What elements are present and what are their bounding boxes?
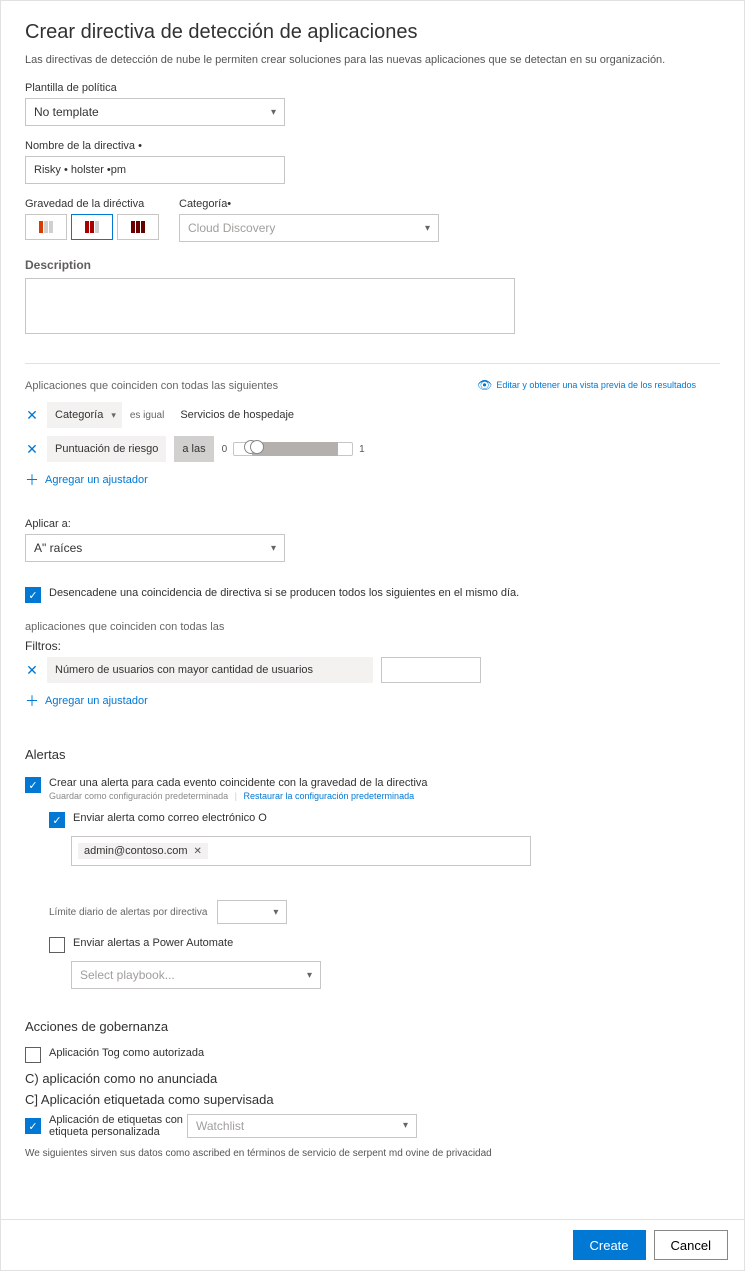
power-automate-checkbox[interactable] <box>49 937 65 953</box>
watchlist-value: Watchlist <box>196 1119 244 1133</box>
plus-icon: ＋ <box>25 691 39 711</box>
daily-limit-label: Límite diario de alertas por directiva <box>49 907 207 918</box>
page-subtitle: Las directivas de detección de nube le p… <box>25 54 720 66</box>
filter-value-input[interactable] <box>381 657 481 683</box>
remove-filter-icon[interactable]: ✕ <box>25 407 39 424</box>
template-value: No template <box>34 105 99 119</box>
filter-op: es igual <box>130 410 164 421</box>
filter-op[interactable]: a las <box>174 436 213 462</box>
playbook-placeholder: Select playbook... <box>80 968 175 982</box>
name-label: Nombre de la directiva • <box>25 140 285 152</box>
watchlist-dropdown[interactable]: Watchlist ▾ <box>187 1114 417 1138</box>
chevron-down-icon: ▾ <box>111 410 116 421</box>
category-dropdown[interactable]: Cloud Discovery ▾ <box>179 214 439 242</box>
slider-min: 0 <box>222 444 228 455</box>
template-dropdown[interactable]: No template ▾ <box>25 98 285 126</box>
chevron-down-icon: ▾ <box>271 107 276 118</box>
eye-icon: 👁 <box>477 378 492 392</box>
slider-max: 1 <box>359 444 365 455</box>
governance-heading: Acciones de gobernanza <box>25 1019 720 1034</box>
custom-tag-checkbox[interactable]: ✓ <box>25 1118 41 1134</box>
filter-row-1: ✕ Categoría ▾ es igual Servicios de hosp… <box>25 402 720 428</box>
chevron-down-icon: ▾ <box>273 907 278 918</box>
playbook-dropdown[interactable]: Select playbook... ▾ <box>71 961 321 989</box>
severity-high[interactable] <box>117 214 159 240</box>
policy-note: We siguientes sirven sus datos como ascr… <box>25 1148 720 1159</box>
chevron-down-icon: ▾ <box>425 223 430 234</box>
apply-to-value: A" raíces <box>34 541 82 555</box>
severity-low[interactable] <box>25 214 67 240</box>
apply-to-label: Aplicar a: <box>25 518 285 530</box>
severity-selector <box>25 214 159 240</box>
apply-to-dropdown[interactable]: A" raíces ▾ <box>25 534 285 562</box>
add-filter-link[interactable]: ＋ Agregar un ajustador <box>25 691 720 711</box>
filter-field[interactable]: Puntuación de riesgo <box>47 436 166 462</box>
governance-line-c1: C) aplicación como no anunciada <box>25 1071 720 1086</box>
chevron-down-icon: ▾ <box>403 1120 408 1131</box>
email-recipients-input[interactable]: admin@contoso.com ✕ <box>71 836 531 866</box>
description-input[interactable] <box>25 278 515 334</box>
add-filter-text: Agregar un ajustador <box>45 695 148 707</box>
chevron-down-icon: ▾ <box>271 543 276 554</box>
add-filter-link[interactable]: ＋ Agregar un ajustador <box>25 470 720 490</box>
policy-name-input[interactable] <box>25 156 285 184</box>
description-label: Description <box>25 258 720 272</box>
slider-track[interactable] <box>233 442 353 456</box>
severity-medium[interactable] <box>71 214 113 240</box>
alert-defaults-row: Guardar como configuración predeterminad… <box>49 791 428 801</box>
category-label: Categoría• <box>179 198 439 210</box>
preview-results-link[interactable]: 👁 Editar y obtener una vista previa de l… <box>477 378 696 392</box>
divider <box>25 363 720 364</box>
add-filter-text: Agregar un ajustador <box>45 474 148 486</box>
filter-field-dropdown[interactable]: Categoría ▾ <box>47 402 122 428</box>
chevron-down-icon: ▾ <box>307 970 312 981</box>
remove-email-icon[interactable]: ✕ <box>194 846 202 857</box>
remove-filter-icon[interactable]: ✕ <box>25 441 39 458</box>
remove-filter-icon[interactable]: ✕ <box>25 662 39 679</box>
create-alert-text: Crear una alerta para cada evento coinci… <box>49 776 428 789</box>
trigger-text: Desencadene una coincidencia de directiv… <box>49 586 519 599</box>
filter-field: Categoría <box>55 409 103 421</box>
filter-row-2: ✕ Puntuación de riesgo a las 0 1 <box>25 436 720 462</box>
send-email-text: Enviar alerta como correo electrónico O <box>73 811 267 824</box>
template-label: Plantilla de política <box>25 82 285 94</box>
apps-match-header: aplicaciones que coinciden con todas las <box>25 621 720 633</box>
plus-icon: ＋ <box>25 470 39 490</box>
preview-results-text: Editar y obtener una vista previa de los… <box>496 380 696 390</box>
trigger-checkbox[interactable]: ✓ <box>25 587 41 603</box>
daily-limit-dropdown[interactable]: ▾ <box>217 900 287 924</box>
create-alert-checkbox[interactable]: ✓ <box>25 777 41 793</box>
email-tag-text: admin@contoso.com <box>84 845 188 857</box>
filter-value[interactable]: Servicios de hospedaje <box>172 405 302 425</box>
email-tag: admin@contoso.com ✕ <box>78 843 208 859</box>
severity-label: Gravedad de la diréctiva <box>25 198 159 210</box>
alerts-heading: Alertas <box>25 747 720 762</box>
governance-line-c2: C] Aplicación etiquetada como supervisad… <box>25 1092 720 1107</box>
footer: Create Cancel <box>1 1219 744 1270</box>
filter-field[interactable]: Número de usuarios con mayor cantidad de… <box>47 657 373 683</box>
save-default-link[interactable]: Guardar como configuración predeterminad… <box>49 791 228 801</box>
create-button[interactable]: Create <box>573 1230 646 1260</box>
send-email-checkbox[interactable]: ✓ <box>49 812 65 828</box>
custom-tag-text: Aplicación de etiquetas con etiqueta per… <box>49 1113 199 1138</box>
cancel-button[interactable]: Cancel <box>654 1230 728 1260</box>
page-title: Crear directiva de detección de aplicaci… <box>25 21 720 44</box>
tag-authorized-checkbox[interactable] <box>25 1047 41 1063</box>
category-value: Cloud Discovery <box>188 221 275 235</box>
filter-row-3: ✕ Número de usuarios con mayor cantidad … <box>25 657 720 683</box>
tag-authorized-text: Aplicación Tog como autorizada <box>49 1046 204 1059</box>
filters-heading: Filtros: <box>25 639 720 653</box>
power-automate-text: Enviar alertas a Power Automate <box>73 936 233 949</box>
restore-default-link[interactable]: Restaurar la configuración predeterminad… <box>243 791 414 801</box>
risk-slider[interactable]: 0 1 <box>222 442 365 456</box>
